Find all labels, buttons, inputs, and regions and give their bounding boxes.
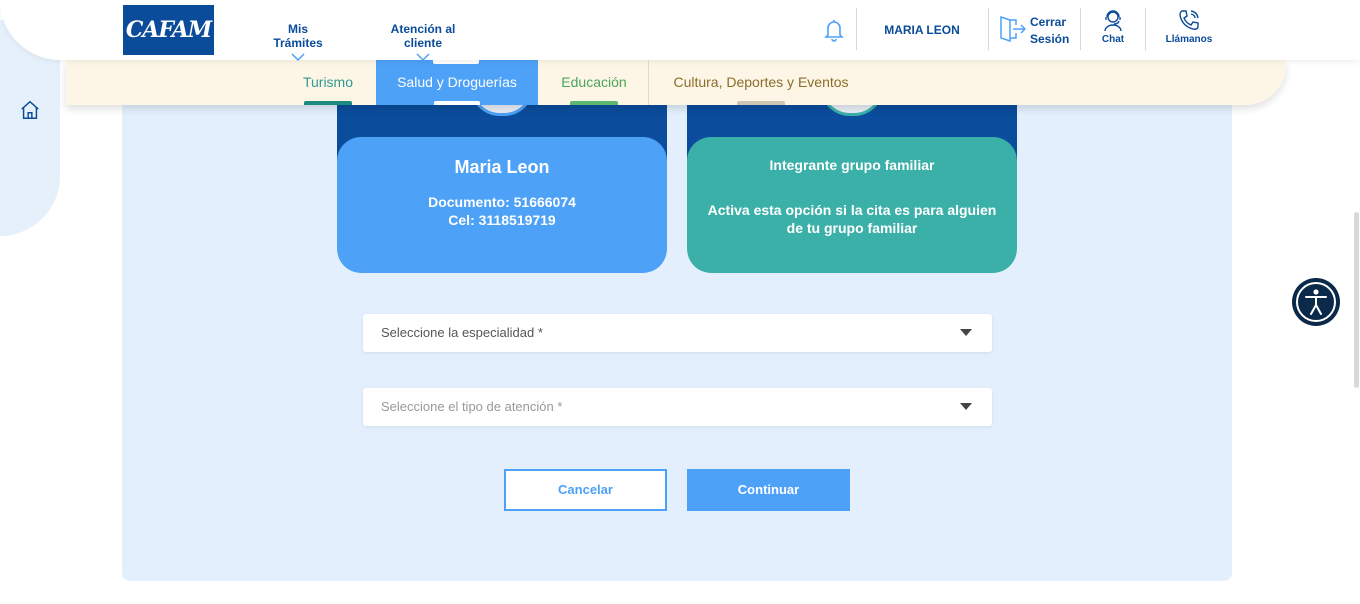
logout-icon	[1000, 15, 1026, 43]
logout-label-line1: Cerrar	[1030, 15, 1067, 29]
patient-card-self[interactable]: Maria Leon Documento: 51666074 Cel: 3118…	[337, 105, 667, 273]
card-body: Maria Leon Documento: 51666074 Cel: 3118…	[337, 137, 667, 273]
attention-type-select-label: Seleccione el tipo de atención *	[381, 399, 563, 414]
patient-card-family[interactable]: Integrante grupo familiar Activa esta op…	[687, 105, 1017, 273]
tab-cultura-deportes-eventos[interactable]: Cultura, Deportes y Eventos	[662, 60, 860, 105]
caret-down-icon	[960, 403, 972, 410]
cancel-button[interactable]: Cancelar	[504, 469, 667, 511]
home-icon[interactable]	[19, 99, 41, 121]
nav-atencion-cliente[interactable]: Atención al cliente	[370, 22, 476, 62]
user-name[interactable]: MARIA LEON	[870, 23, 974, 37]
accessibility-icon	[1296, 282, 1336, 322]
tab-turismo-label: Turismo	[302, 74, 354, 90]
card-cel: Cel: 3118519719	[448, 212, 556, 228]
logout-label: Cerrar Sesión	[1030, 14, 1074, 48]
attention-type-select[interactable]: Seleccione el tipo de atención *	[363, 388, 992, 426]
chat-label: Chat	[1101, 34, 1125, 45]
bell-icon[interactable]	[822, 17, 846, 43]
card-family-line2: de tu grupo familiar	[786, 220, 918, 236]
chevron-down-icon	[416, 53, 430, 62]
header-divider	[1080, 8, 1081, 50]
card-document: Documento: 51666074	[428, 194, 576, 210]
phone-icon	[1179, 10, 1199, 30]
accessibility-button[interactable]	[1292, 278, 1340, 326]
call-button[interactable]: Llámanos	[1160, 8, 1218, 45]
card-body: Integrante grupo familiar Activa esta op…	[687, 137, 1017, 273]
tab-cultura-label: Cultura, Deportes y Eventos	[673, 74, 849, 90]
tab-salud-label: Salud y Droguerías	[397, 74, 517, 90]
tab-indicator	[737, 101, 785, 105]
cafam-logo[interactable]: CAFAM	[123, 5, 214, 55]
top-header: CAFAM Mis Trámites Atención al cliente M…	[0, 0, 1360, 62]
category-tabbar: Turismo Salud y Droguerías Educación Cul…	[66, 60, 1286, 105]
chat-agent-icon	[1104, 10, 1122, 32]
logo-text: CAFAM	[125, 17, 212, 43]
card-patient-name: Maria Leon	[454, 157, 550, 177]
continue-button[interactable]: Continuar	[687, 469, 850, 511]
header-divider	[988, 8, 989, 50]
nav-atencion-cliente-label: Atención al cliente	[390, 22, 456, 50]
nav-mis-tramites[interactable]: Mis Trámites	[262, 22, 334, 62]
tab-educacion-label: Educación	[561, 74, 627, 90]
tab-indicator	[570, 101, 618, 105]
tab-indicator	[434, 101, 480, 105]
header-divider	[856, 8, 857, 50]
nav-mis-tramites-label: Mis Trámites	[273, 22, 323, 50]
chat-button[interactable]: Chat	[1098, 8, 1128, 45]
tab-turismo[interactable]: Turismo	[290, 60, 366, 105]
card-family-title: Integrante grupo familiar	[769, 157, 935, 173]
tab-salud-droguerias[interactable]: Salud y Droguerías	[376, 60, 538, 105]
header-divider	[1145, 8, 1146, 50]
scrollbar-thumb[interactable]	[1354, 212, 1359, 388]
chevron-down-icon	[291, 53, 305, 62]
card-family-line1: Activa esta opción si la cita es para al…	[707, 202, 997, 218]
tab-divider	[648, 60, 649, 105]
logout-button[interactable]: Cerrar Sesión	[998, 12, 1074, 50]
logout-label-line2: Sesión	[1030, 32, 1070, 46]
tab-educacion[interactable]: Educación	[548, 60, 640, 105]
caret-down-icon	[960, 329, 972, 336]
call-label: Llámanos	[1165, 34, 1213, 45]
specialty-select[interactable]: Seleccione la especialidad *	[363, 314, 992, 352]
tab-indicator	[304, 101, 352, 105]
specialty-select-label: Seleccione la especialidad *	[381, 325, 543, 340]
